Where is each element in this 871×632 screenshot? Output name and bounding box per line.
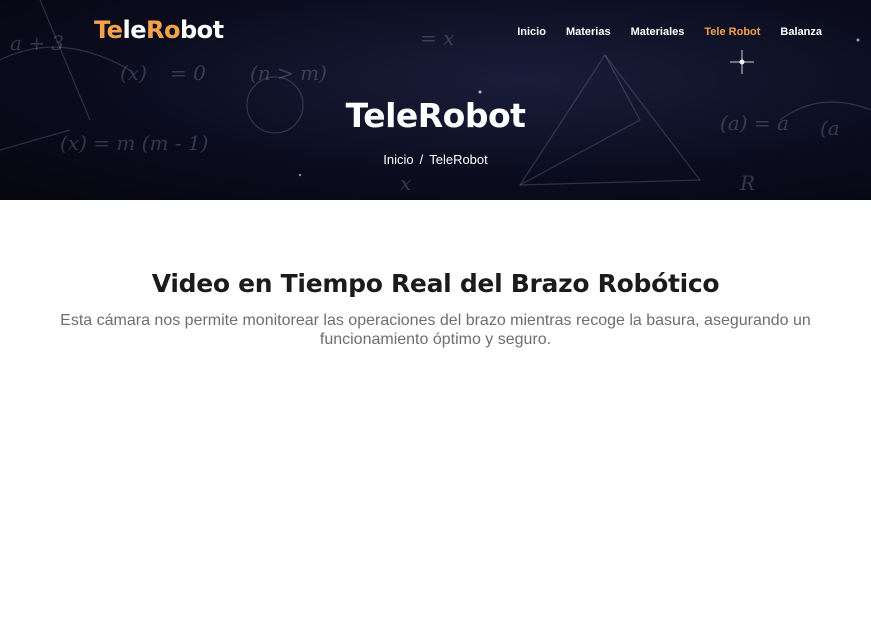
brand-logo-part: bot <box>179 16 224 44</box>
breadcrumb: Inicio / TeleRobot <box>0 152 871 167</box>
main-navigation: Inicio Materias Materiales Tele Robot Ba… <box>517 26 822 38</box>
section-description: Esta cámara nos permite monitorear las o… <box>60 312 811 348</box>
svg-text:x: x <box>400 171 411 195</box>
brand-logo[interactable]: TeleRobot <box>94 16 224 44</box>
svg-text:(x): (x) <box>120 61 147 85</box>
nav-link-materias[interactable]: Materias <box>566 26 611 38</box>
brand-logo-part: Te <box>94 16 123 44</box>
nav-link-materiales[interactable]: Materiales <box>631 26 685 38</box>
brand-logo-part: Ro <box>145 16 180 44</box>
page-title: TeleRobot <box>345 96 526 135</box>
nav-link-inicio[interactable]: Inicio <box>517 26 546 38</box>
nav-link-balanza[interactable]: Balanza <box>780 26 822 38</box>
svg-text:= 0: = 0 <box>170 61 206 85</box>
svg-text:R: R <box>739 171 755 195</box>
breadcrumb-separator: / <box>419 152 424 167</box>
svg-text:a + 3: a + 3 <box>10 31 64 55</box>
nav-link-tele-robot[interactable]: Tele Robot <box>704 26 760 38</box>
main-content: Video en Tiempo Real del Brazo Robótico … <box>0 269 871 349</box>
brand-logo-part: le <box>122 16 146 44</box>
svg-text:= x: = x <box>420 26 454 50</box>
hero-banner: a + 3 (x) = 0 (n > m) (x) = m (m - 1) = … <box>0 0 871 200</box>
section-title: Video en Tiempo Real del Brazo Robótico <box>151 269 720 298</box>
breadcrumb-home-link[interactable]: Inicio <box>383 152 413 167</box>
svg-text:(n > m): (n > m) <box>250 61 327 85</box>
breadcrumb-current: TeleRobot <box>429 152 488 167</box>
